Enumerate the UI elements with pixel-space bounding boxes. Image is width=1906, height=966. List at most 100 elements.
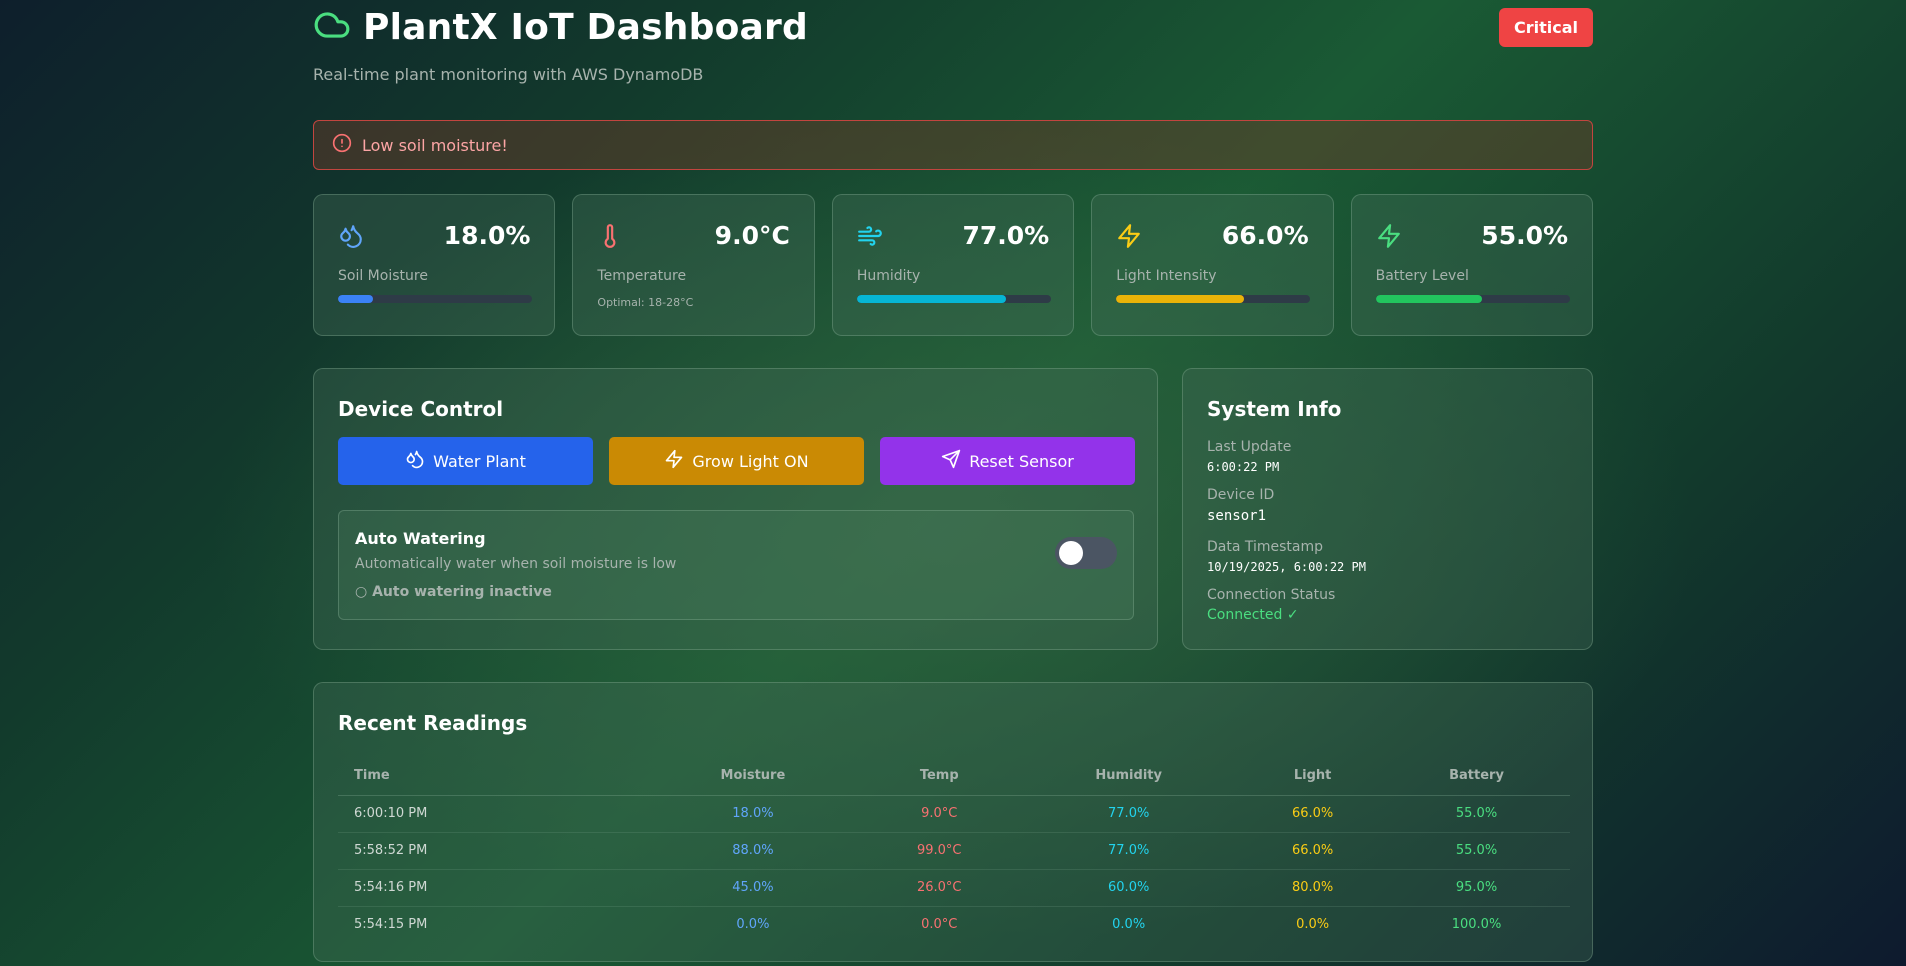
auto-watering-title: Auto Watering — [355, 529, 486, 548]
light-intensity-value: 66.0% — [1221, 221, 1309, 250]
stat-cards: 18.0% Soil Moisture 9.0°C Temperature Op… — [313, 194, 1594, 336]
water-plant-button[interactable]: Water Plant — [338, 437, 593, 485]
cell-light: 66.0% — [1242, 795, 1384, 833]
table-row: 5:58:52 PM 88.0% 99.0°C 77.0% 66.0% 55.0… — [338, 832, 1570, 870]
data-timestamp-value: 10/19/2025, 6:00:22 PM — [1207, 560, 1366, 574]
system-info-title: System Info — [1207, 397, 1342, 421]
readings-table: Time Moisture Temp Humidity Light Batter… — [338, 757, 1570, 943]
last-update-label: Last Update — [1207, 439, 1292, 455]
wind-icon — [857, 223, 883, 249]
connection-status-value: Connected ✓ — [1207, 607, 1299, 623]
battery-level-bar-fill — [1375, 295, 1483, 303]
grow-light-label: Grow Light ON — [692, 451, 809, 471]
soil-moisture-value: 18.0% — [443, 221, 531, 250]
temperature-optimal-hint: Optimal: 18-28°C — [597, 296, 694, 309]
cell-light: 80.0% — [1242, 869, 1384, 907]
device-control-panel: Device Control Water Plant Grow Light ON… — [313, 368, 1158, 650]
light-intensity-label: Light Intensity — [1116, 268, 1217, 284]
soil-moisture-bar — [338, 295, 532, 303]
battery-level-label: Battery Level — [1375, 268, 1469, 284]
auto-watering-box: Auto Watering Automatically water when s… — [338, 510, 1134, 620]
soil-moisture-label: Soil Moisture — [338, 268, 428, 284]
cell-time: 5:58:52 PM — [338, 832, 643, 870]
stat-card-battery-level: 55.0% Battery Level — [1350, 194, 1594, 336]
temperature-label: Temperature — [597, 268, 687, 284]
cell-humidity: 77.0% — [1015, 832, 1243, 870]
cell-moisture: 45.0% — [642, 869, 864, 907]
humidity-label: Humidity — [856, 268, 921, 284]
cell-time: 5:54:15 PM — [354, 917, 428, 933]
toggle-knob — [1059, 541, 1083, 565]
table-row: 5:54:16 PM 45.0% 26.0°C 60.0% 80.0% 95.0… — [338, 869, 1570, 907]
recent-readings-panel: Recent Readings Time Moisture Temp Humid… — [313, 682, 1593, 962]
light-intensity-bar-fill — [1116, 295, 1245, 303]
reset-sensor-label: Reset Sensor — [969, 451, 1074, 471]
device-id-label: Device ID — [1207, 487, 1275, 503]
page-title: PlantX IoT Dashboard — [363, 6, 808, 48]
column-header-temp: Temp — [863, 757, 1016, 796]
cell-moisture: 18.0% — [642, 795, 864, 833]
status-badge: Critical — [1498, 8, 1593, 47]
cell-time: 6:00:10 PM — [338, 795, 643, 833]
grow-light-button[interactable]: Grow Light ON — [609, 437, 864, 485]
column-header-time: Time — [338, 757, 643, 796]
table-header-row: Time Moisture Temp Humidity Light Batter… — [338, 757, 1570, 796]
thermometer-icon — [597, 223, 623, 249]
light-intensity-bar — [1116, 295, 1311, 303]
cell-battery: 100.0% — [1451, 917, 1502, 933]
stat-card-humidity: 77.0% Humidity — [831, 194, 1075, 336]
data-timestamp-label: Data Timestamp — [1207, 539, 1324, 555]
table-row: 5:54:15 PM 0.0% 0.0°C 0.0% 0.0% 100.0% — [338, 906, 1570, 943]
cell-temp: 0.0°C — [921, 917, 958, 933]
cell-temp: 99.0°C — [863, 832, 1016, 870]
water-plant-label: Water Plant — [433, 451, 526, 471]
send-icon — [941, 449, 961, 473]
cell-humidity: 60.0% — [1015, 869, 1243, 907]
cell-moisture: 88.0% — [642, 832, 864, 870]
table-row: 6:00:10 PM 18.0% 9.0°C 77.0% 66.0% 55.0% — [338, 795, 1570, 833]
column-header-light: Light — [1242, 757, 1384, 796]
page-subtitle: Real-time plant monitoring with AWS Dyna… — [313, 65, 704, 84]
reset-sensor-button[interactable]: Reset Sensor — [880, 437, 1135, 485]
cell-temp: 26.0°C — [863, 869, 1016, 907]
stat-card-soil-moisture: 18.0% Soil Moisture — [313, 194, 556, 336]
battery-level-value: 55.0% — [1481, 221, 1569, 250]
soil-moisture-bar-fill — [338, 295, 373, 303]
cell-humidity: 0.0% — [1112, 917, 1146, 933]
auto-watering-description: Automatically water when soil moisture i… — [355, 556, 677, 572]
droplets-icon — [405, 449, 425, 473]
column-header-moisture: Moisture — [642, 757, 864, 796]
zap-icon — [664, 449, 684, 473]
cell-battery: 55.0% — [1383, 832, 1570, 870]
cell-humidity: 77.0% — [1015, 795, 1243, 833]
droplets-icon — [338, 223, 364, 249]
stat-card-light-intensity: 66.0% Light Intensity — [1091, 194, 1334, 336]
device-control-title: Device Control — [338, 397, 504, 421]
cell-battery: 95.0% — [1383, 869, 1570, 907]
low-moisture-alert: Low soil moisture! — [313, 120, 1593, 170]
cell-battery: 55.0% — [1383, 795, 1570, 833]
humidity-bar-fill — [856, 295, 1007, 303]
last-update-value: 6:00:22 PM — [1207, 460, 1280, 474]
humidity-value: 77.0% — [962, 221, 1050, 250]
connection-status-label: Connection Status — [1207, 587, 1336, 603]
header: PlantX IoT Dashboard Real-time plant mon… — [313, 0, 1593, 90]
recent-readings-title: Recent Readings — [338, 711, 528, 735]
auto-watering-toggle[interactable] — [1055, 537, 1117, 569]
alert-text: Low soil moisture! — [362, 135, 508, 155]
device-id-value: sensor1 — [1207, 508, 1267, 524]
system-info-panel: System Info Last Update 6:00:22 PM Devic… — [1182, 368, 1593, 650]
column-header-humidity: Humidity — [1015, 757, 1243, 796]
cell-moisture: 0.0% — [736, 917, 770, 933]
temperature-value: 9.0°C — [714, 221, 790, 250]
auto-watering-status: ○ Auto watering inactive — [355, 584, 552, 600]
humidity-bar — [856, 295, 1051, 303]
cell-time: 5:54:16 PM — [338, 869, 643, 907]
stat-card-temperature: 9.0°C Temperature Optimal: 18-28°C — [572, 194, 815, 336]
alert-circle-icon — [332, 133, 352, 157]
column-header-battery: Battery — [1383, 757, 1570, 796]
cell-light: 66.0% — [1242, 832, 1384, 870]
battery-level-bar — [1375, 295, 1570, 303]
cell-light: 0.0% — [1296, 917, 1330, 933]
zap-icon — [1116, 223, 1142, 249]
